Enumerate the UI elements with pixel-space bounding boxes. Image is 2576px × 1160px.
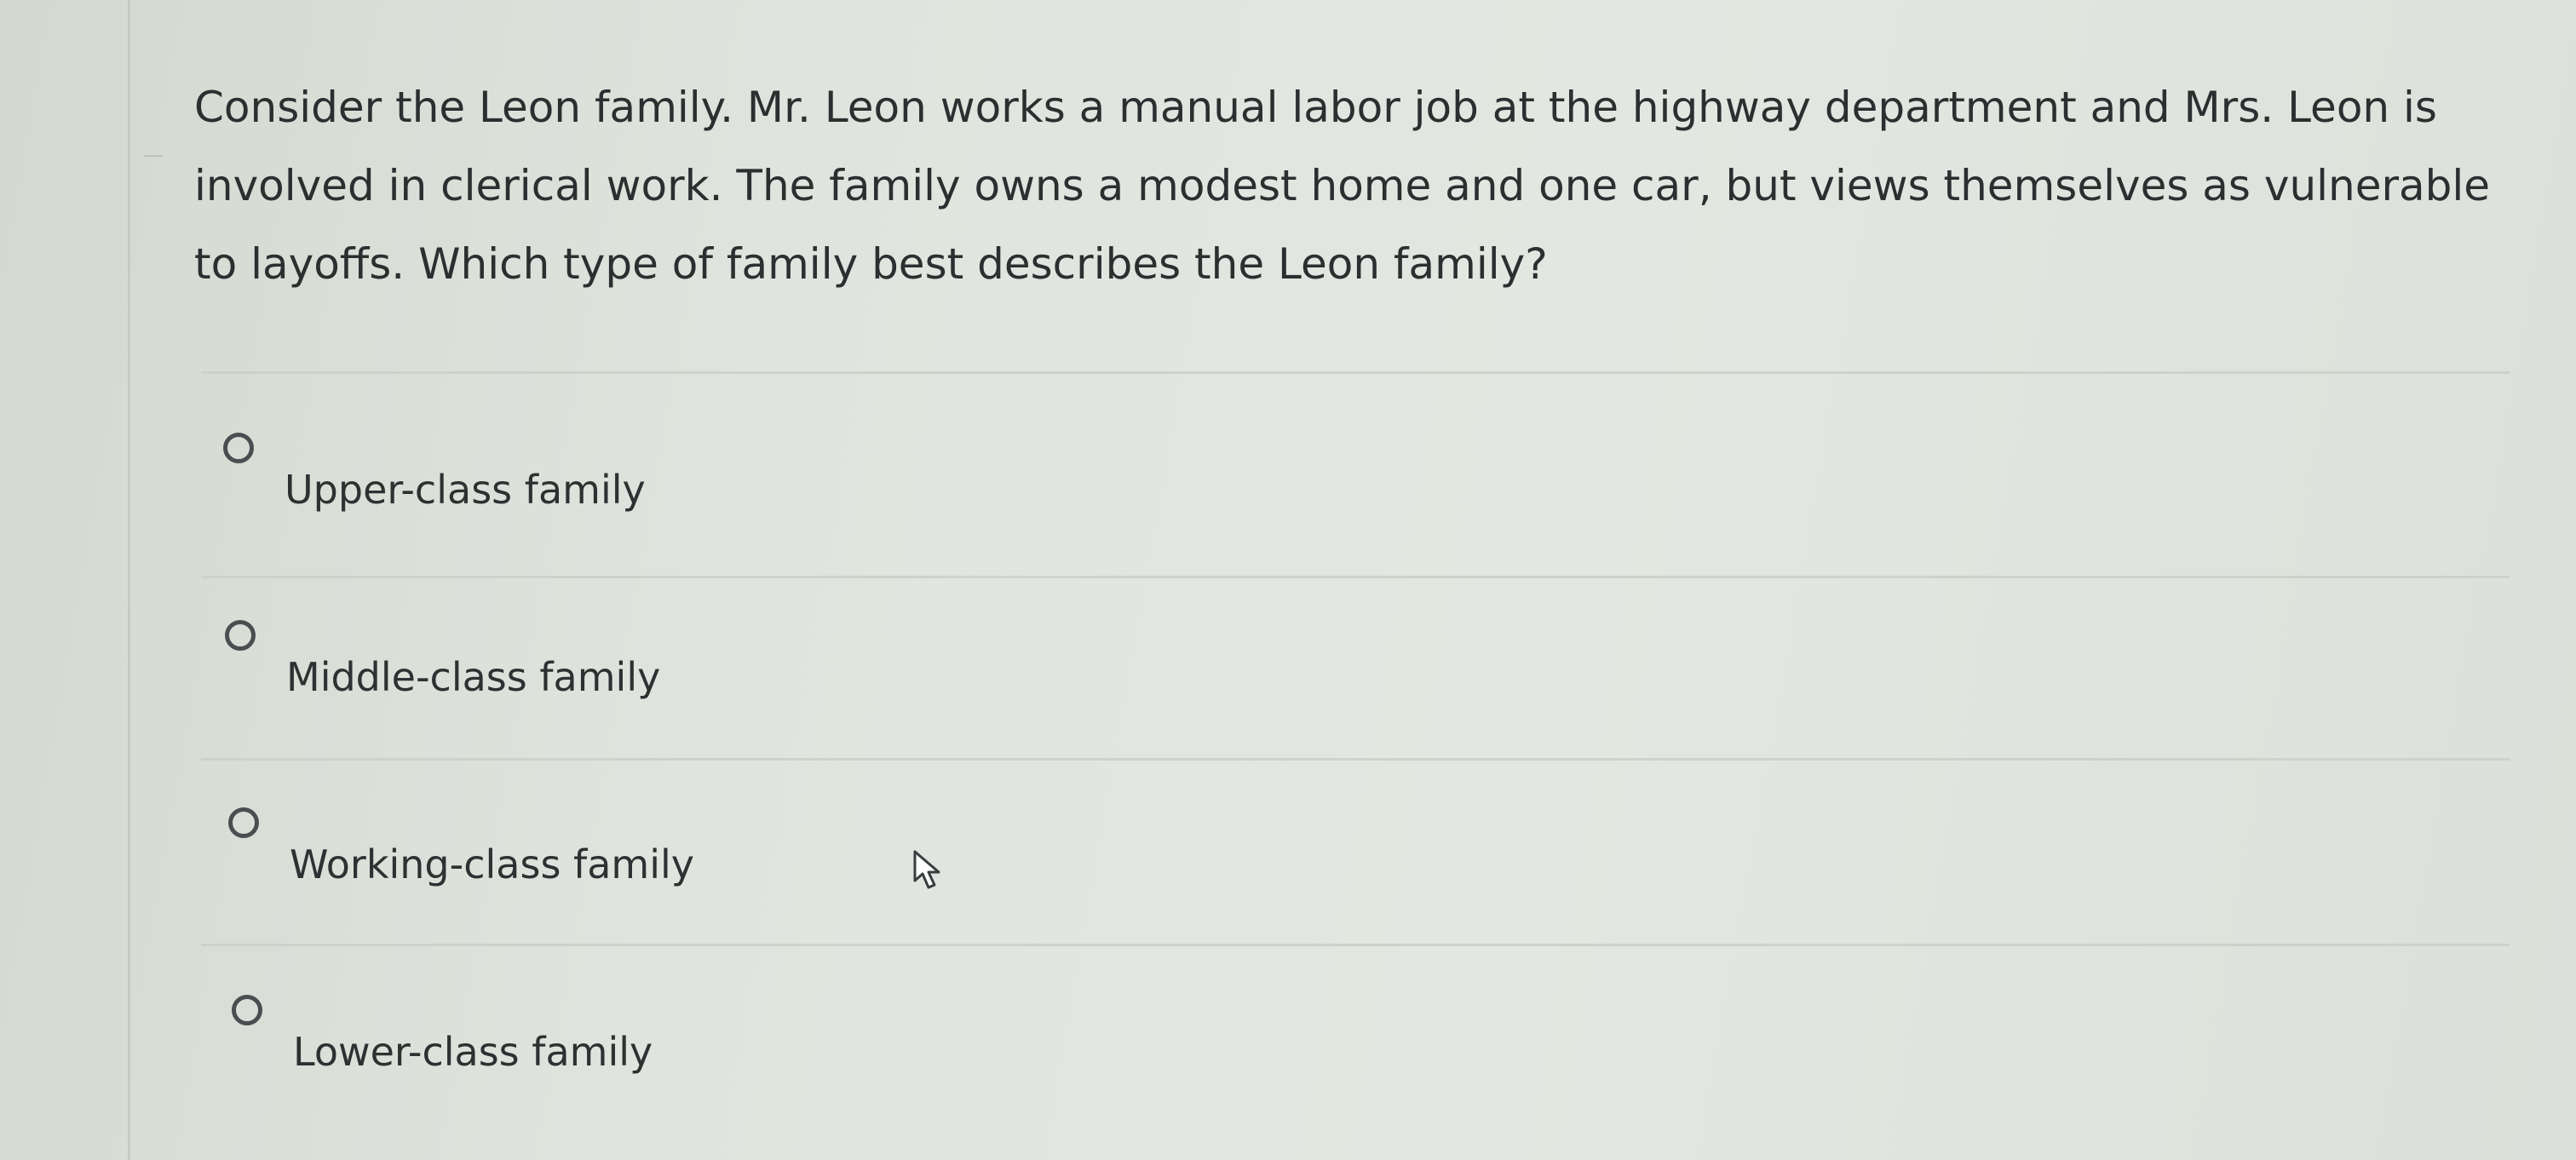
question-text: Consider the Leon family. Mr. Leon works… bbox=[194, 83, 2491, 289]
radio-button-icon[interactable] bbox=[232, 995, 262, 1025]
radio-button-icon[interactable] bbox=[225, 620, 256, 651]
option-label: Working-class family bbox=[290, 841, 695, 887]
left-border bbox=[128, 0, 130, 1160]
option-upper-class[interactable]: Upper-class family bbox=[223, 433, 2438, 543]
divider bbox=[201, 371, 2510, 374]
divider bbox=[201, 576, 2510, 578]
option-working-class[interactable]: Working-class family bbox=[228, 807, 2443, 918]
divider bbox=[201, 758, 2510, 761]
option-label: Lower-class family bbox=[293, 1029, 653, 1075]
question-marker-icon: — bbox=[143, 143, 164, 167]
divider bbox=[201, 944, 2510, 946]
radio-button-icon[interactable] bbox=[228, 807, 259, 838]
option-lower-class[interactable]: Lower-class family bbox=[232, 995, 2447, 1105]
option-label: Middle-class family bbox=[286, 654, 661, 700]
option-label: Upper-class family bbox=[285, 467, 646, 513]
option-middle-class[interactable]: Middle-class family bbox=[225, 620, 2440, 731]
mouse-pointer-icon bbox=[913, 850, 940, 889]
radio-button-icon[interactable] bbox=[223, 433, 254, 463]
quiz-page: — Consider the Leon family. Mr. Leon wor… bbox=[0, 0, 2576, 1160]
